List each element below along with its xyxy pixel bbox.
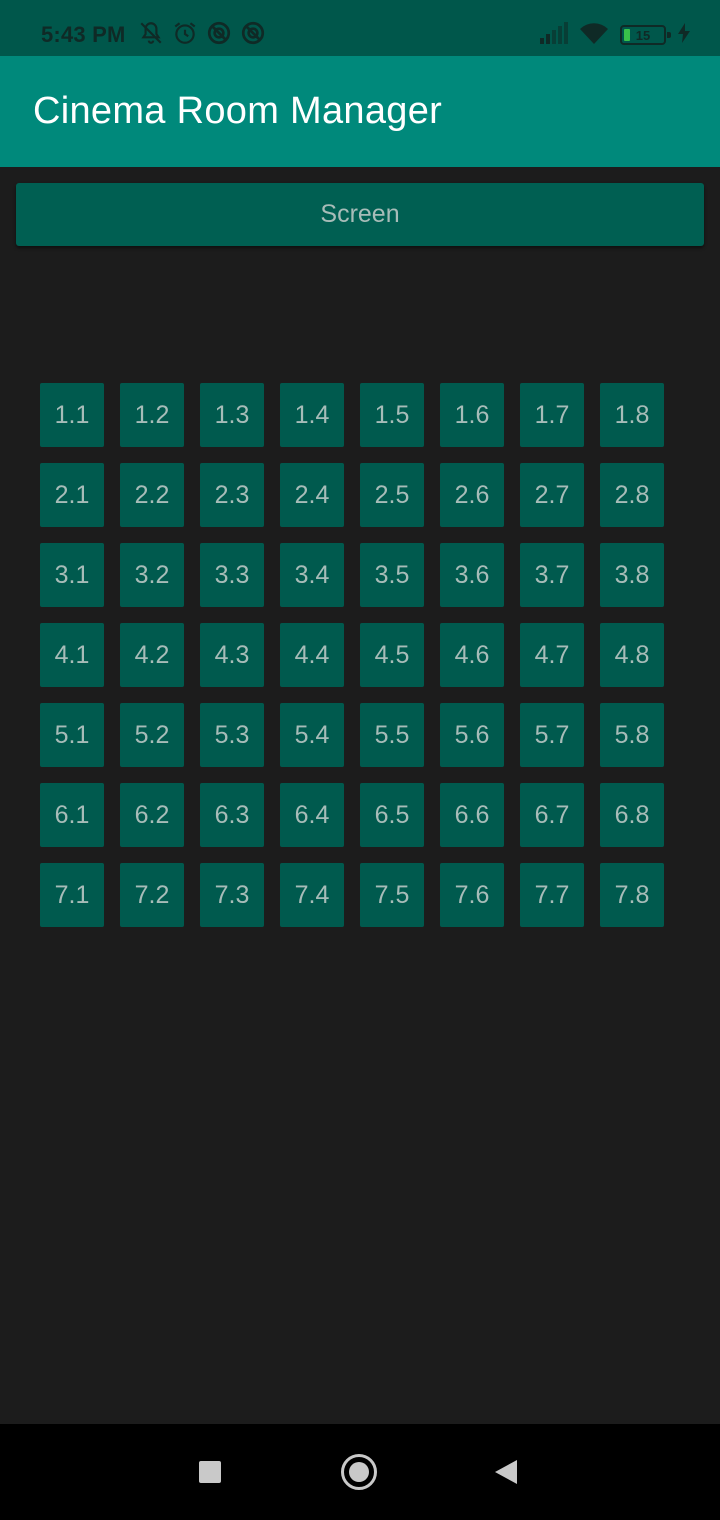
seat-button[interactable]: 7.4 [280, 863, 344, 927]
seat-button[interactable]: 1.4 [280, 383, 344, 447]
home-icon[interactable] [341, 1454, 377, 1490]
seat-button[interactable]: 4.4 [280, 623, 344, 687]
seat-button[interactable]: 3.7 [520, 543, 584, 607]
alarm-icon [172, 20, 198, 51]
battery-level: 15 [635, 27, 651, 43]
seat-button[interactable]: 3.5 [360, 543, 424, 607]
seat-button[interactable]: 3.2 [120, 543, 184, 607]
seat-button[interactable]: 1.7 [520, 383, 584, 447]
seat-button[interactable]: 5.3 [200, 703, 264, 767]
signal-icon [540, 21, 568, 49]
seat-button[interactable]: 6.1 [40, 783, 104, 847]
status-icons-left [138, 20, 266, 51]
seat-button[interactable]: 1.6 [440, 383, 504, 447]
seat-button[interactable]: 4.3 [200, 623, 264, 687]
battery-icon: 15 [620, 25, 671, 45]
seat-button[interactable]: 7.1 [40, 863, 104, 927]
seat-button[interactable]: 2.2 [120, 463, 184, 527]
seat-button[interactable]: 3.3 [200, 543, 264, 607]
seat-button[interactable]: 3.8 [600, 543, 664, 607]
seat-button[interactable]: 7.5 [360, 863, 424, 927]
seat-button[interactable]: 5.7 [520, 703, 584, 767]
seat-button[interactable]: 4.2 [120, 623, 184, 687]
recents-icon[interactable] [199, 1461, 221, 1483]
notifications-off-icon [138, 20, 164, 51]
status-bar: 5:43 PM 15 [0, 0, 720, 56]
app-bar: Cinema Room Manager [0, 56, 720, 167]
seat-button[interactable]: 4.5 [360, 623, 424, 687]
seat-button[interactable]: 2.6 [440, 463, 504, 527]
seat-grid: 1.1 1.2 1.3 1.4 1.5 1.6 1.7 1.8 2.1 2.2 2.3 2.4 2.5 2… [40, 383, 664, 927]
seat-button[interactable]: 1.1 [40, 383, 104, 447]
seat-button[interactable]: 3.6 [440, 543, 504, 607]
vpn-icon [206, 20, 232, 51]
seat-button[interactable]: 7.3 [200, 863, 264, 927]
seat-button[interactable]: 2.4 [280, 463, 344, 527]
seat-button[interactable]: 5.5 [360, 703, 424, 767]
seat-button[interactable]: 2.5 [360, 463, 424, 527]
seat-button[interactable]: 1.3 [200, 383, 264, 447]
seat-button[interactable]: 6.4 [280, 783, 344, 847]
seat-button[interactable]: 3.1 [40, 543, 104, 607]
screen-button[interactable]: Screen [16, 183, 704, 246]
seat-button[interactable]: 6.8 [600, 783, 664, 847]
seat-button[interactable]: 5.8 [600, 703, 664, 767]
seat-button[interactable]: 2.7 [520, 463, 584, 527]
seat-button[interactable]: 4.6 [440, 623, 504, 687]
seat-button[interactable]: 2.8 [600, 463, 664, 527]
seat-button[interactable]: 6.3 [200, 783, 264, 847]
charging-icon [678, 22, 690, 48]
seat-button[interactable]: 2.3 [200, 463, 264, 527]
seat-button[interactable]: 4.7 [520, 623, 584, 687]
seat-button[interactable]: 1.8 [600, 383, 664, 447]
wifi-icon [580, 22, 608, 49]
status-icons-right: 15 [540, 21, 690, 49]
seat-button[interactable]: 7.8 [600, 863, 664, 927]
seat-button[interactable]: 2.1 [40, 463, 104, 527]
seat-button[interactable]: 7.7 [520, 863, 584, 927]
app-title: Cinema Room Manager [33, 90, 443, 132]
seat-button[interactable]: 1.2 [120, 383, 184, 447]
seat-button[interactable]: 3.4 [280, 543, 344, 607]
seat-button[interactable]: 7.6 [440, 863, 504, 927]
vpn-icon [240, 20, 266, 51]
seat-button[interactable]: 6.2 [120, 783, 184, 847]
seat-button[interactable]: 4.1 [40, 623, 104, 687]
seat-button[interactable]: 6.7 [520, 783, 584, 847]
seat-button[interactable]: 7.2 [120, 863, 184, 927]
seat-button[interactable]: 1.5 [360, 383, 424, 447]
battery-fill [624, 29, 630, 41]
back-icon[interactable] [495, 1460, 517, 1484]
navigation-bar [0, 1424, 720, 1520]
seat-button[interactable]: 5.1 [40, 703, 104, 767]
seat-button[interactable]: 5.6 [440, 703, 504, 767]
seat-button[interactable]: 6.6 [440, 783, 504, 847]
seat-button[interactable]: 5.2 [120, 703, 184, 767]
status-time: 5:43 PM [41, 22, 126, 47]
seat-button[interactable]: 5.4 [280, 703, 344, 767]
seat-button[interactable]: 6.5 [360, 783, 424, 847]
seat-button[interactable]: 4.8 [600, 623, 664, 687]
